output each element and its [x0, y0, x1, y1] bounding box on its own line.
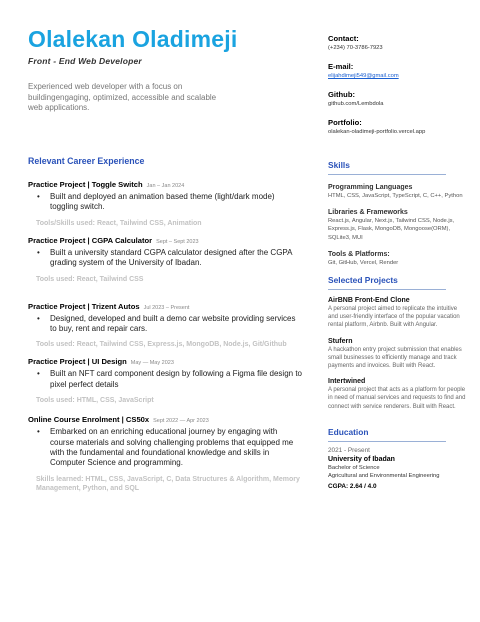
experience-item: Practice Project | UI Design May — May 20…	[28, 357, 303, 405]
section-divider	[328, 289, 446, 291]
email-label: E-mail:	[328, 62, 354, 71]
education-section: Education 2021 - Present University of I…	[328, 427, 468, 491]
phone-number: (+234) 70-3786-7923	[328, 45, 383, 51]
portfolio-link[interactable]: olalekan-oladimeji-portfolio.vercel.app	[328, 128, 468, 136]
education-gpa: CGPA: 2.64 / 4.0	[328, 482, 377, 490]
experience-item: Practice Project | CGPA Calculator Sept –…	[28, 236, 303, 284]
skill-group-label: Programming Languages	[328, 184, 413, 191]
candidate-name: Olalekan Oladimeji	[28, 26, 238, 52]
experience-date: Jul 2023 – Present	[143, 304, 190, 311]
experience-bullet: Built and deployed an animation based th…	[28, 192, 303, 213]
experience-bullet: Built a university standard CGPA calcula…	[28, 248, 303, 269]
github-link[interactable]: github.com/Lembdola	[328, 100, 468, 108]
experience-date: Sept 2022 — Apr 2023	[153, 418, 209, 425]
project-description: A personal project aimed to replicate th…	[328, 306, 460, 329]
experience-title-row: Online Course Enrolment | CS50x Sept 2022…	[28, 415, 303, 426]
experience-tools: Tools used: HTML, CSS, JavaScript	[36, 397, 154, 405]
experience-title: Practice Project | UI Design	[28, 357, 127, 367]
project-description: A personal project that acts as a platfo…	[328, 387, 466, 410]
skill-group-value: HTML, CSS, JavaScript, TypeScript, C, C+…	[328, 193, 463, 199]
project-title: AirBNB Front-End Clone	[328, 297, 410, 305]
education-heading: Education	[328, 426, 369, 437]
experience-item: Online Course Enrolment | CS50x Sept 2022…	[28, 415, 303, 493]
resume-page: Olalekan Oladimeji Front - End Web Devel…	[0, 0, 480, 622]
education-years: 2021 - Present	[328, 446, 370, 454]
experience-title: Practice Project | Toggle Switch	[28, 180, 143, 189]
experience-title-row: Practice Project | Toggle Switch Jan – Ja…	[28, 180, 303, 191]
portfolio-label: Portfolio:	[328, 118, 362, 127]
experience-title: Practice Project | CGPA Calculator	[28, 235, 153, 245]
github-label: Github:	[328, 90, 355, 99]
experience-title: Practice Project | Trizent Autos	[28, 301, 140, 311]
contact-block: Contact: (+234) 70-3786-7923 E-mail: eli…	[328, 34, 468, 136]
email-link[interactable]: elijahdimeji549@gmail.com	[328, 72, 468, 80]
experience-item: Practice Project | Trizent Autos Jul 2023…	[28, 302, 303, 350]
skills-heading: Skills	[328, 160, 350, 170]
experience-heading: Relevant Career Experience	[28, 156, 145, 166]
skill-group-label: Tools & Platforms:	[328, 250, 390, 258]
section-divider	[328, 174, 446, 175]
project-description: A hackathon entry project submission tha…	[328, 346, 462, 370]
sidebar-column: Contact: (+234) 70-3786-7923 E-mail: eli…	[328, 34, 468, 491]
experience-title-row: Practice Project | CGPA Calculator Sept –…	[28, 236, 303, 247]
experience-bullet: Designed, developed and built a demo car…	[28, 314, 303, 335]
experience-date: Sept – Sept 2023	[156, 238, 199, 245]
projects-section: Selected Projects AirBNB Front-End Clone…	[328, 275, 468, 411]
experience-date: May — May 2023	[130, 360, 174, 367]
job-role: Front - End Web Developer	[28, 56, 142, 66]
skill-group-value: React.js, Angular, Next.js, Tailwind CSS…	[328, 218, 455, 241]
contact-label: Contact:	[328, 34, 359, 43]
section-divider	[328, 440, 446, 442]
experience-section: Relevant Career Experience Practice Proj…	[28, 156, 303, 499]
education-field: Agricultural and Environmental Engineeri…	[328, 472, 440, 479]
projects-heading: Selected Projects	[328, 275, 398, 286]
experience-tools: Tools/Skills used: React, Tailwind CSS, …	[36, 219, 202, 227]
skills-section: Skills Programming Languages HTML, CSS, …	[328, 160, 468, 267]
experience-tools: Skills learned: HTML, CSS, JavaScript, C…	[36, 475, 300, 492]
experience-bullet: Embarked on an enriching educational jou…	[28, 427, 303, 469]
experience-tools: Tools used: React, Tailwind CSS, Express…	[36, 341, 287, 349]
experience-bullet: Built an NFT card component design by fo…	[28, 369, 303, 390]
project-title: Intertwined	[328, 378, 366, 386]
experience-title-row: Practice Project | Trizent Autos Jul 2023…	[28, 302, 303, 313]
profile-summary: Experienced web developer with a focus o…	[28, 82, 217, 112]
skill-group-value: Git, GitHub, Vercel, Render	[328, 259, 399, 266]
experience-title: Online Course Enrolment | CS50x	[28, 415, 150, 425]
experience-title-row: Practice Project | UI Design May — May 20…	[28, 357, 303, 368]
experience-item: Practice Project | Toggle Switch Jan – Ja…	[28, 180, 303, 228]
experience-date: Jan – Jan 2024	[146, 183, 185, 189]
skill-group-label: Libraries & Frameworks	[328, 209, 408, 217]
project-title: Stufern	[328, 337, 353, 345]
experience-tools: Tools used: React, Tailwind CSS	[36, 275, 144, 283]
education-degree: Bachelor of Science	[328, 464, 380, 471]
education-school: University of Ibadan	[328, 455, 395, 463]
